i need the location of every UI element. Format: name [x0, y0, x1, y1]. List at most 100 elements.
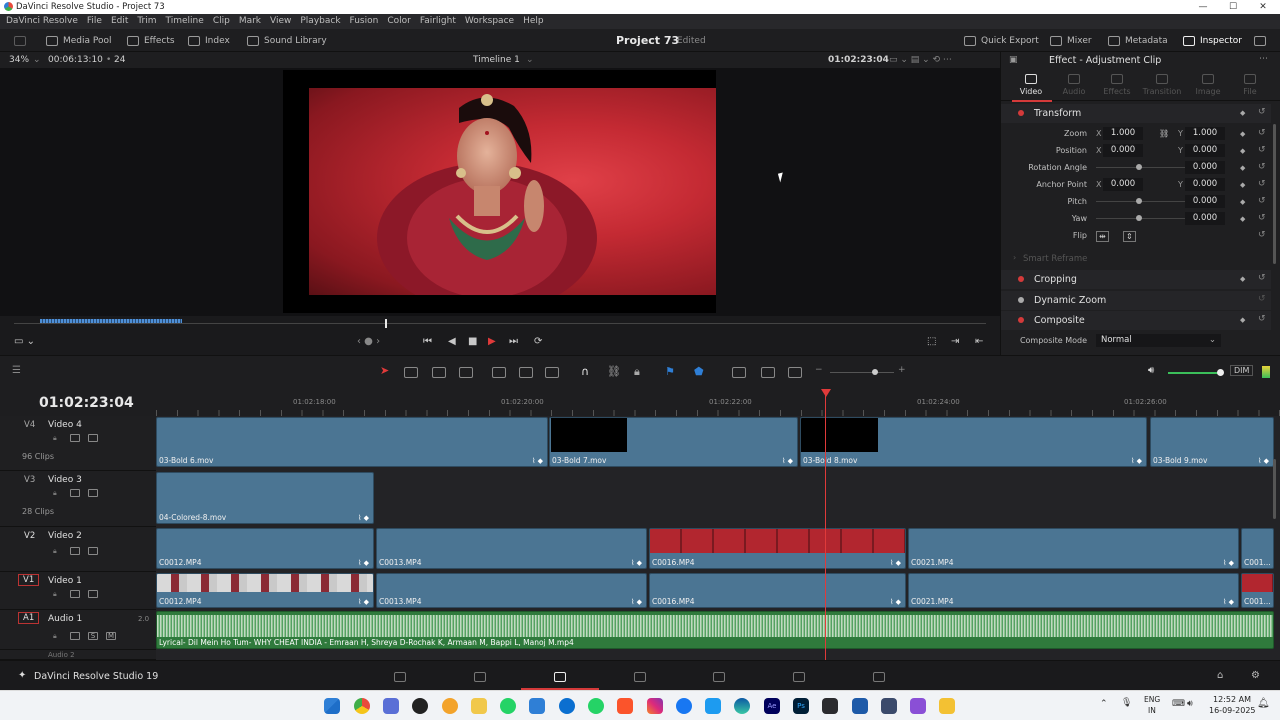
- tab-effects[interactable]: Effects: [1094, 69, 1140, 96]
- volume-slider[interactable]: [1168, 372, 1220, 374]
- timeline-clip[interactable]: C001...: [1241, 573, 1274, 608]
- timeline-name[interactable]: Timeline 1: [473, 55, 520, 65]
- smart-reframe-row[interactable]: › Smart Reframe: [1001, 251, 1271, 267]
- yaw-slider-knob[interactable]: [1136, 215, 1142, 221]
- whatsapp-web-icon[interactable]: [588, 698, 604, 714]
- tab-video[interactable]: Video: [1008, 69, 1054, 96]
- go-to-start-icon[interactable]: ⏮: [423, 336, 432, 347]
- timeline-clip[interactable]: C0012.MP4 ⌇ ◆: [156, 573, 374, 608]
- zoom-custom-icon[interactable]: [788, 367, 802, 378]
- overwrite-clip-icon[interactable]: [519, 367, 533, 378]
- after-effects-icon[interactable]: Ae: [764, 698, 780, 714]
- pitch-slider-knob[interactable]: [1136, 198, 1142, 204]
- notification-bell-icon[interactable]: 🔔︎: [1257, 698, 1270, 709]
- timeline-clip[interactable]: 03-Bold 6.mov ⌇ ◆: [156, 417, 548, 467]
- minimize-button[interactable]: —: [1188, 0, 1218, 14]
- inspector-scrollbar[interactable]: [1273, 124, 1276, 264]
- dynamic-zoom-enable-icon[interactable]: [1018, 297, 1024, 303]
- reset-icon[interactable]: ↺: [1258, 107, 1266, 117]
- position-x-field[interactable]: 0.000: [1103, 144, 1143, 157]
- pitch-keyframe-icon[interactable]: ◆: [1240, 198, 1245, 206]
- timeline-clip[interactable]: C0021.MP4 ⌇ ◆: [908, 528, 1239, 569]
- mail-icon[interactable]: [881, 698, 897, 714]
- cropping-keyframe-icon[interactable]: ◆: [1240, 275, 1245, 283]
- metadata-button[interactable]: Metadata: [1108, 29, 1168, 52]
- composite-keyframe-icon[interactable]: ◆: [1240, 316, 1245, 324]
- chevron-down-icon[interactable]: ⌄: [33, 55, 41, 65]
- rotation-field[interactable]: 0.000: [1185, 161, 1225, 174]
- speaker-icon[interactable]: 🔊︎: [1148, 365, 1154, 376]
- menu-fairlight[interactable]: Fairlight: [420, 14, 456, 29]
- timeline-dropdown-icon[interactable]: ⌄: [526, 55, 534, 65]
- timeline-clip[interactable]: 03-Bold 8.mov ⌇ ◆: [800, 417, 1147, 467]
- fusion-page-icon[interactable]: [634, 672, 646, 682]
- brave-icon[interactable]: [617, 698, 633, 714]
- clock-date[interactable]: 16-09-2025: [1209, 706, 1256, 715]
- calculator-icon[interactable]: [529, 698, 545, 714]
- mute-button[interactable]: M: [106, 632, 116, 640]
- insert-clip-icon[interactable]: [492, 367, 506, 378]
- menu-timeline[interactable]: Timeline: [166, 14, 204, 29]
- track-header-a2[interactable]: Audio 2: [0, 650, 156, 660]
- composite-mode-select[interactable]: Normal ⌄: [1096, 334, 1221, 347]
- match-frame-icon[interactable]: ⬚: [927, 336, 936, 347]
- yaw-field[interactable]: 0.000: [1185, 212, 1225, 225]
- cropping-section-header[interactable]: Cropping ◆ ↺: [1001, 270, 1271, 289]
- pitch-reset-icon[interactable]: ↺: [1258, 196, 1266, 206]
- anchor-reset-icon[interactable]: ↺: [1258, 179, 1266, 189]
- auto-select-icon[interactable]: [70, 489, 80, 497]
- dynamic-zoom-section-header[interactable]: Dynamic Zoom ↺: [1001, 291, 1271, 310]
- prev-edit-icon[interactable]: ⇤: [975, 336, 983, 347]
- solo-button[interactable]: S: [88, 632, 98, 640]
- lock-icon[interactable]: 🔒︎: [634, 365, 640, 379]
- volume-icon[interactable]: 🔊︎: [1187, 699, 1193, 709]
- twitter-icon[interactable]: [705, 698, 721, 714]
- composite-enable-icon[interactable]: [1018, 317, 1024, 323]
- rotation-slider-knob[interactable]: [1136, 164, 1142, 170]
- layout-icon[interactable]: [14, 29, 26, 52]
- photoshop-icon[interactable]: Ps: [793, 698, 809, 714]
- tab-image[interactable]: Image: [1185, 69, 1231, 96]
- region-label[interactable]: IN: [1148, 706, 1156, 715]
- transform-enable-icon[interactable]: [1018, 110, 1024, 116]
- snapping-icon[interactable]: ∩: [581, 365, 589, 378]
- jog-icon[interactable]: ‹ ● ›: [357, 336, 380, 347]
- windows-start-icon[interactable]: [324, 698, 340, 714]
- settings-gear-icon[interactable]: ⚙: [1251, 670, 1260, 681]
- video-viewer[interactable]: [0, 68, 1000, 316]
- position-keyframe-icon[interactable]: ◆: [1240, 147, 1245, 155]
- edge-alt-icon[interactable]: [559, 698, 575, 714]
- zoom-x-field[interactable]: 1.000: [1103, 127, 1143, 140]
- track-header-a1[interactable]: A1 Audio 1 2.0 🔒︎ S M: [0, 610, 156, 650]
- menu-color[interactable]: Color: [387, 14, 411, 29]
- timeline-clip[interactable]: 04-Colored-8.mov ⌇ ◆: [156, 472, 374, 524]
- timeline-v-scrollbar[interactable]: [1273, 459, 1276, 519]
- timeline-clip[interactable]: C0021.MP4 ⌇ ◆: [908, 573, 1239, 608]
- audio-clip[interactable]: Lyrical- Dil Mein Ho Tum- WHY CHEAT INDI…: [156, 611, 1274, 649]
- volume-slider-knob[interactable]: [1217, 369, 1224, 376]
- tab-file[interactable]: File: [1227, 69, 1273, 96]
- menu-workspace[interactable]: Workspace: [465, 14, 514, 29]
- timeline-clip[interactable]: C001...: [1241, 528, 1274, 569]
- rotation-reset-icon[interactable]: ↺: [1258, 162, 1266, 172]
- dim-button[interactable]: DIM: [1230, 365, 1254, 376]
- auto-select-icon[interactable]: [70, 590, 80, 598]
- dynamic-trim-icon[interactable]: [432, 367, 446, 378]
- timeline-clip[interactable]: C0016.MP4 ⌇ ◆: [649, 573, 906, 608]
- file-explorer-icon[interactable]: [939, 698, 955, 714]
- menu-trim[interactable]: Trim: [137, 14, 156, 29]
- auto-select-icon[interactable]: [70, 434, 80, 442]
- flip-horizontal-icon[interactable]: ⇹: [1096, 231, 1109, 242]
- auto-select-icon[interactable]: [70, 632, 80, 640]
- viewer-zoom[interactable]: 34%: [9, 55, 29, 65]
- clock-time[interactable]: 12:52 AM: [1213, 695, 1251, 704]
- lock-icon[interactable]: 🔒︎: [53, 590, 63, 598]
- position-reset-icon[interactable]: ↺: [1258, 145, 1266, 155]
- timeline-ruler[interactable]: 01:02:18:00 01:02:20:00 01:02:22:00 01:0…: [156, 389, 1280, 416]
- installer-icon[interactable]: [852, 698, 868, 714]
- tab-audio[interactable]: Audio: [1051, 69, 1097, 96]
- yaw-keyframe-icon[interactable]: ◆: [1240, 215, 1245, 223]
- zoom-y-field[interactable]: 1.000: [1185, 127, 1225, 140]
- deliver-page-icon[interactable]: [873, 672, 885, 682]
- network-icon[interactable]: ⌨: [1172, 699, 1185, 709]
